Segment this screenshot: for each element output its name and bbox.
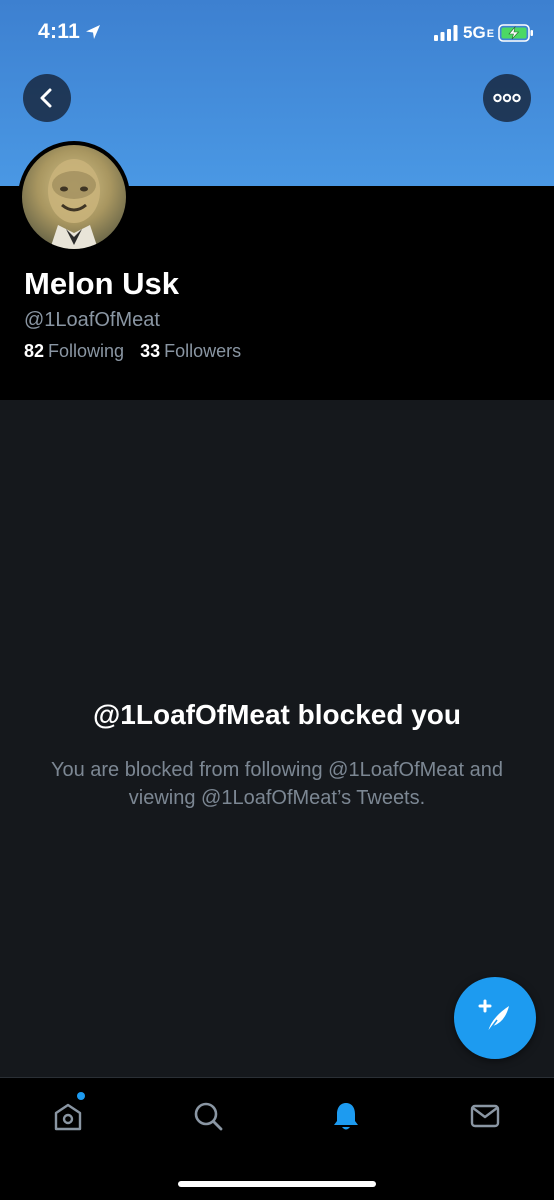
bell-icon — [334, 1103, 358, 1130]
chevron-left-icon — [40, 88, 52, 108]
followers-link[interactable]: 33 Followers — [140, 341, 241, 361]
following-label: Following — [48, 341, 125, 361]
profile-handle: @1LoafOfMeat — [24, 309, 160, 331]
blocked-title: @1LoafOfMeat blocked you — [92, 699, 462, 730]
battery-charging-icon — [498, 24, 533, 42]
network-indicator: 5GE — [463, 23, 494, 43]
blocked-message: You are blocked from following @1LoafOfM… — [50, 759, 504, 809]
more-options-button[interactable] — [483, 74, 531, 122]
home-indicator[interactable] — [178, 1181, 376, 1187]
profile-screen: 4:11 5GE Melon Usk @1LoafOfMeat 82 Follo… — [0, 0, 554, 1200]
following-count: 82 — [24, 341, 45, 361]
more-horizontal-icon — [493, 93, 521, 103]
tab-home[interactable] — [48, 1096, 88, 1136]
followers-label: Followers — [164, 341, 242, 361]
follow-stats: 82 Following 33 Followers — [24, 341, 241, 362]
back-button[interactable] — [23, 74, 71, 122]
tab-messages[interactable] — [465, 1096, 505, 1136]
avatar-portrait-icon — [48, 159, 100, 249]
search-icon — [194, 1102, 223, 1131]
envelope-icon — [470, 1104, 500, 1128]
avatar-image — [22, 145, 126, 249]
network-type: 5G — [463, 23, 486, 42]
followers-count: 33 — [140, 341, 161, 361]
status-time: 4:11 — [38, 20, 81, 43]
display-name: Melon Usk — [24, 266, 180, 301]
location-arrow-icon — [86, 25, 100, 39]
following-link[interactable]: 82 Following — [24, 341, 124, 361]
home-unread-dot — [77, 1092, 85, 1100]
signal-strength-icon — [434, 25, 458, 41]
compose-tweet-icon — [478, 999, 509, 1033]
compose-tweet-button[interactable] — [454, 977, 536, 1059]
status-bar: 4:11 5GE — [0, 0, 554, 66]
network-suffix: E — [486, 27, 495, 40]
tab-notifications[interactable] — [326, 1096, 366, 1136]
home-icon — [54, 1103, 82, 1131]
profile-avatar[interactable] — [18, 141, 130, 253]
tab-search[interactable] — [188, 1096, 228, 1136]
